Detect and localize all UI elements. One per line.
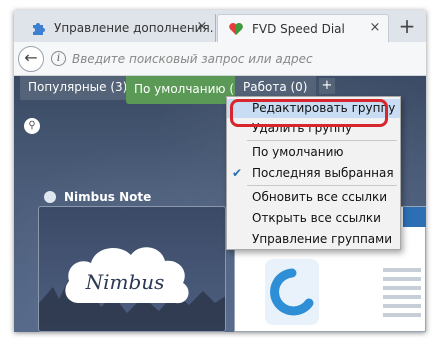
menu-item-default[interactable]: По умолчанию: [227, 143, 400, 162]
menu-item-label: Обновить все ссылки: [252, 190, 388, 204]
address-input[interactable]: [72, 48, 412, 70]
menu-item-label: По умолчанию: [252, 145, 344, 159]
dial-tile-nimbus[interactable]: Nimbus: [38, 206, 226, 332]
puzzle-icon: [33, 23, 45, 35]
info-icon[interactable]: i: [51, 51, 66, 66]
menu-item-label: Управление группами: [252, 232, 393, 246]
close-tab-icon[interactable]: ×: [368, 21, 382, 35]
nimbus-logo: Nimbus: [39, 247, 225, 331]
site-logo-icon: [265, 259, 319, 325]
menu-item-label: Открыть все ссылки: [252, 211, 381, 225]
tab-speed-dial[interactable]: FVD Speed Dial ×: [217, 14, 389, 42]
tab-title: FVD Speed Dial: [252, 21, 345, 36]
menu-item-open-all[interactable]: Открыть все ссылки: [227, 209, 400, 228]
new-tab-button[interactable]: +: [395, 16, 419, 38]
speed-dial-icon: [229, 22, 243, 35]
menu-item-manage-groups[interactable]: Управление группами: [227, 230, 400, 249]
dial-site-title: Nimbus Note: [64, 190, 152, 204]
site-thumbnail-sidebar: [381, 263, 423, 332]
add-group-button[interactable]: +: [319, 78, 335, 94]
menu-separator: [247, 185, 397, 186]
tab-addons[interactable]: Управление дополнения… ×: [20, 14, 216, 42]
browser-window: Управление дополнения… × FVD Speed Dial …: [14, 10, 426, 332]
menu-item-refresh-all[interactable]: Обновить все ссылки: [227, 188, 400, 207]
tab-strip: Управление дополнения… × FVD Speed Dial …: [14, 10, 426, 42]
tab-title: Управление дополнения…: [54, 21, 215, 35]
menu-separator: [247, 140, 397, 141]
arrow-left-icon: ←: [24, 48, 38, 67]
back-button[interactable]: ←: [18, 46, 44, 72]
globe-icon: [44, 191, 56, 203]
dial-site-label: Nimbus Note: [44, 190, 151, 204]
nimbus-logo-text: Nimbus: [85, 270, 165, 294]
menu-item-label: Последняя выбранная: [252, 166, 394, 180]
group-tab-popular[interactable]: Популярные (3): [20, 76, 136, 100]
close-tab-icon[interactable]: ×: [195, 20, 209, 34]
search-icon[interactable]: ⚲: [24, 118, 40, 134]
checkmark-icon: ✔: [232, 166, 243, 180]
annotation-highlight: [230, 99, 388, 127]
navigation-bar: ← i: [14, 42, 426, 76]
menu-item-last-selected[interactable]: ✔ Последняя выбранная: [227, 164, 400, 183]
site-thumbnail-header: [403, 207, 426, 227]
